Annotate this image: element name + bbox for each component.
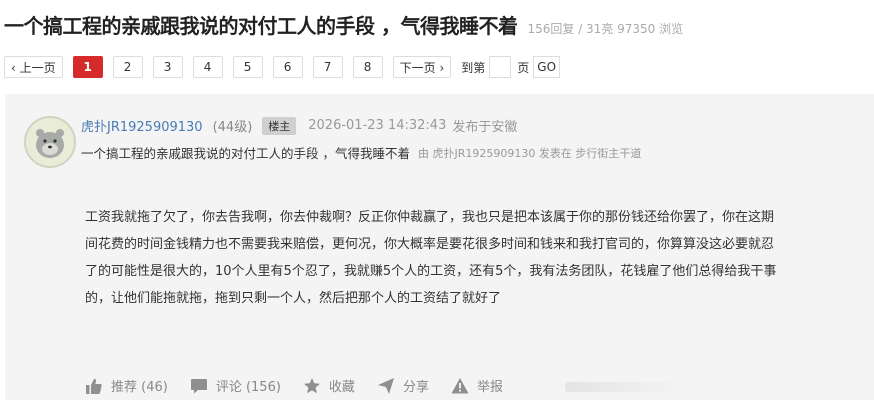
thread-stats: 156回复 / 31亮 97350 浏览 [527,22,684,36]
star-icon [303,377,320,393]
share-icon [377,377,394,394]
warning-icon [451,377,469,393]
next-page-button[interactable]: 下一页 › [392,56,452,78]
thumbs-up-icon [86,378,102,394]
post-subtitle: 一个搞工程的亲戚跟我说的对付工人的手段 ，气得我睡不着 [81,146,410,161]
post-body-line: 工资我就拖了欠了，你去告我啊，你去仲裁啊？反正你仲裁赢了，我也只是把本该属于你的… [85,210,775,225]
comment-label: 评论 (156) [215,380,281,395]
recommend-button[interactable]: 推荐 (46) [85,376,168,395]
post-card: 虎扑JR1925909130 (44级) 楼主 2026-01-23 14:32… [5,94,874,400]
share-label: 分享 [402,380,429,395]
comment-icon [190,378,207,393]
page-button-4[interactable]: 4 [192,56,223,78]
report-label: 举报 [476,380,503,395]
page-button-1[interactable]: 1 [72,56,103,78]
post-source: 由 虎扑JR1925909130 发表在 步行街主干道 [417,146,642,160]
page-title: 一个搞工程的亲戚跟我说的对付工人的手段 ，气得我睡不着 [4,14,518,38]
post-body: 工资我就拖了欠了，你去告我啊，你去仲裁啊？反正你仲裁赢了，我也只是把本该属于你的… [85,204,815,312]
page-button-6[interactable]: 6 [272,56,303,78]
go-button[interactable]: GO [533,56,561,78]
page-button-2[interactable]: 2 [112,56,143,78]
prev-page-button[interactable]: ‹ 上一页 [4,56,63,78]
thread-header: 一个搞工程的亲戚跟我说的对付工人的手段 ，气得我睡不着 156回复 / 31亮 … [4,10,683,40]
recommend-label: 推荐 (46) [111,380,168,395]
post-body-line: 间花费的时间金钱精力也不需要我来赔偿，更何况，你大概率是要花很多时间和钱来和我打… [85,237,775,252]
owner-badge: 楼主 [262,116,297,135]
post-actions: 推荐 (46) 评论 (156) 收藏 分享 举报 [85,376,525,395]
comment-button[interactable]: 评论 (156) [190,376,281,395]
post-datetime: 2026-01-23 14:32:43 [308,118,447,133]
page-suffix-label: 页 [517,60,530,75]
post-body-line: 的，让他们能拖就拖，拖到只剩一个人，然后把那个人的工资结了就好了 [85,291,502,306]
page-button-5[interactable]: 5 [232,56,263,78]
page-number-input[interactable] [489,56,512,78]
truncated-overlay [565,382,685,392]
share-button[interactable]: 分享 [377,376,429,395]
avatar-icon [26,118,74,166]
page-button-7[interactable]: 7 [312,56,343,78]
goto-label: 到第 [461,60,486,75]
favorite-label: 收藏 [328,380,355,395]
page-button-3[interactable]: 3 [152,56,183,78]
report-button[interactable]: 举报 [451,376,503,395]
avatar[interactable] [24,116,76,168]
page-button-8[interactable]: 8 [352,56,383,78]
post-meta: 虎扑JR1925909130 (44级) 楼主 2026-01-23 14:32… [81,116,517,135]
favorite-button[interactable]: 收藏 [303,376,355,395]
post-subtitle-row: 一个搞工程的亲戚跟我说的对付工人的手段 ，气得我睡不着 由 虎扑JR192590… [81,143,641,162]
user-level: (44级) [212,120,253,135]
pagination: ‹ 上一页 1 2 3 4 5 6 7 8 下一页 › 到第 页 GO [4,56,561,78]
post-body-line: 了的可能性是很大的，10个人里有5个忍了，我就赚5个人的工资，还有5个，我有法务… [85,264,777,279]
post-location: 发布于安徽 [452,120,518,135]
author-link[interactable]: 虎扑JR1925909130 [81,116,203,135]
